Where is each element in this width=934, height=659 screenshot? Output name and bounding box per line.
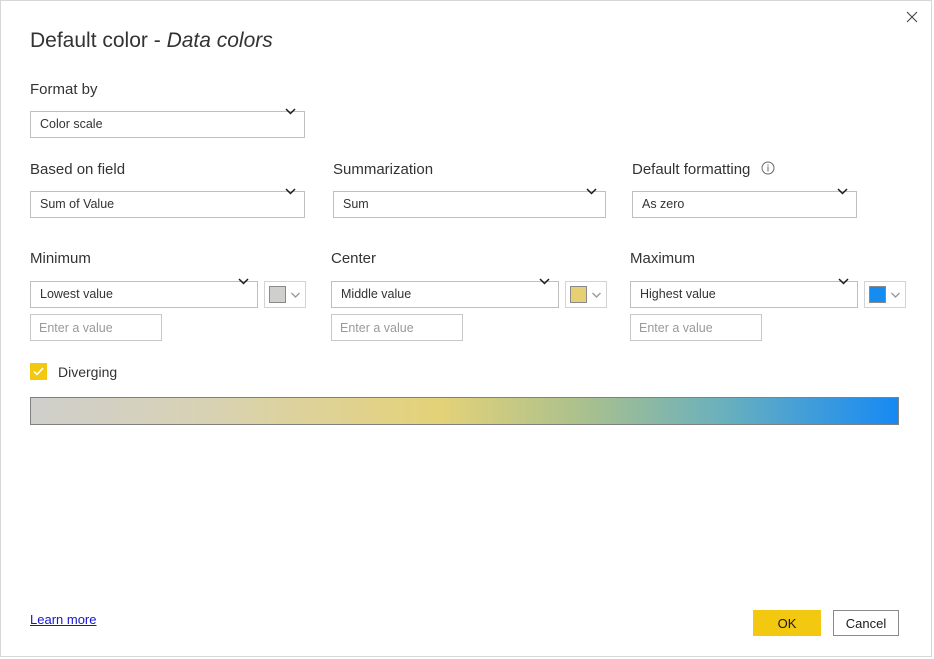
chevron-down-icon xyxy=(891,292,900,298)
diverging-checkbox-row[interactable]: Diverging xyxy=(30,363,117,380)
based-on-field-dropdown[interactable]: Sum of Value xyxy=(30,191,305,218)
based-on-field-label: Based on field xyxy=(30,161,126,178)
summarization-dropdown[interactable]: Sum xyxy=(333,191,606,218)
summarization-label: Summarization xyxy=(333,161,434,178)
default-formatting-dropdown[interactable]: As zero xyxy=(632,191,857,218)
default-formatting-label: Default formatting xyxy=(632,161,775,179)
maximum-label: Maximum xyxy=(630,250,696,267)
dialog-title-emphasis: Data colors xyxy=(166,29,273,52)
center-color-picker-button[interactable] xyxy=(565,281,607,308)
dialog-title-main: Default color xyxy=(30,29,148,52)
default-formatting-label-text: Default formatting xyxy=(632,161,751,178)
diverging-checkbox[interactable] xyxy=(30,363,47,380)
close-button[interactable] xyxy=(893,1,931,33)
maximum-color-swatch xyxy=(869,286,886,303)
maximum-value-input[interactable] xyxy=(630,314,762,341)
close-icon xyxy=(906,11,918,23)
dialog-title-separator: - xyxy=(147,29,167,52)
center-color-swatch xyxy=(570,286,587,303)
format-by-dropdown[interactable]: Color scale xyxy=(30,111,305,138)
minimum-color-swatch xyxy=(269,286,286,303)
color-scale-preview xyxy=(30,397,899,425)
diverging-label: Diverging xyxy=(58,363,118,380)
minimum-color-picker-button[interactable] xyxy=(264,281,306,308)
cancel-button[interactable]: Cancel xyxy=(833,610,899,636)
center-label: Center xyxy=(331,250,377,267)
info-icon[interactable] xyxy=(761,161,775,179)
center-dropdown[interactable]: Middle value xyxy=(331,281,559,308)
chevron-down-icon xyxy=(592,292,601,298)
learn-more-link[interactable]: Learn more xyxy=(30,612,96,627)
format-by-label: Format by xyxy=(30,81,98,98)
chevron-down-icon xyxy=(291,292,300,298)
dialog-title: Default color - Data colors xyxy=(30,29,273,53)
minimum-dropdown[interactable]: Lowest value xyxy=(30,281,258,308)
minimum-value-input[interactable] xyxy=(30,314,162,341)
center-value-input[interactable] xyxy=(331,314,463,341)
ok-button[interactable]: OK xyxy=(753,610,821,636)
maximum-dropdown[interactable]: Highest value xyxy=(630,281,858,308)
data-colors-dialog: Default color - Data colors Format by Co… xyxy=(0,0,932,657)
maximum-color-picker-button[interactable] xyxy=(864,281,906,308)
check-icon xyxy=(33,367,44,376)
minimum-label: Minimum xyxy=(30,250,91,267)
